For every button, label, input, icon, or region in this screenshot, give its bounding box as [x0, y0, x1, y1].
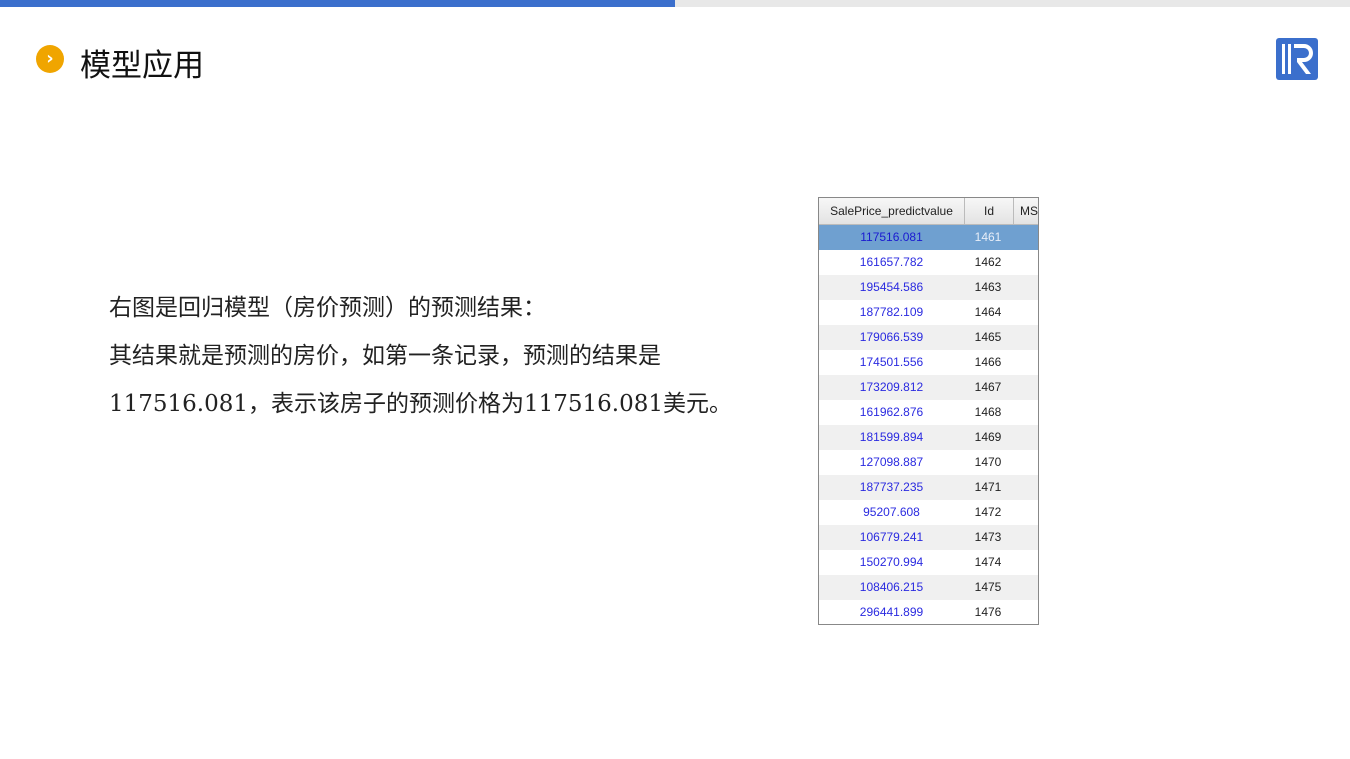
- predicted-price-cell: 179066.539: [859, 330, 924, 344]
- table-row[interactable]: 174501.556 1466: [819, 350, 1038, 375]
- table-row[interactable]: 179066.539 1465: [819, 325, 1038, 350]
- logo-icon: [1276, 38, 1318, 80]
- predicted-price-cell: 117516.081: [860, 230, 923, 244]
- id-cell: 1475: [974, 580, 1002, 594]
- ms-cell: [1012, 250, 1038, 275]
- table-row[interactable]: 161962.876 1468: [819, 400, 1038, 425]
- predicted-price-cell: 195454.586: [859, 280, 924, 294]
- ms-cell: [1012, 550, 1038, 575]
- id-cell: 1473: [974, 530, 1002, 544]
- ms-cell: [1012, 525, 1038, 550]
- page-title: 模型应用: [80, 48, 204, 84]
- ms-cell: [1012, 400, 1038, 425]
- table-row[interactable]: 173209.812 1467: [819, 375, 1038, 400]
- description-line: 117516.081，表示该房子的预测价格为117516.081美元。: [109, 391, 733, 417]
- id-cell: 1472: [974, 505, 1002, 519]
- ms-cell: [1012, 300, 1038, 325]
- id-cell: 1474: [974, 555, 1002, 569]
- column-header-ms[interactable]: MS: [1014, 198, 1038, 224]
- id-cell: 1464: [974, 305, 1002, 319]
- description-line: 其结果就是预测的房价，如第一条记录，预测的结果是: [109, 343, 661, 369]
- predicted-price-cell: 181599.894: [859, 430, 924, 444]
- id-cell: 1469: [974, 430, 1002, 444]
- column-header-saleprice[interactable]: SalePrice_predictvalue: [819, 198, 965, 224]
- table-row[interactable]: 95207.608 1472: [819, 500, 1038, 525]
- ms-cell: [1012, 450, 1038, 475]
- ms-cell: [1012, 350, 1038, 375]
- predicted-price-cell: 174501.556: [859, 355, 924, 369]
- ms-cell: [1012, 275, 1038, 300]
- id-cell: 1463: [974, 280, 1002, 294]
- id-cell: 1468: [974, 405, 1002, 419]
- id-cell: 1465: [974, 330, 1002, 344]
- ms-cell: [1012, 500, 1038, 525]
- prediction-table: SalePrice_predictvalue Id MS 117516.081 1…: [818, 197, 1039, 625]
- predicted-price-cell: 161962.876: [859, 405, 924, 419]
- predicted-price-cell: 173209.812: [859, 380, 924, 394]
- id-cell: 1461: [974, 230, 1002, 244]
- predicted-price-cell: 108406.215: [859, 580, 924, 594]
- ms-cell: [1012, 425, 1038, 450]
- predicted-price-cell: 127098.887: [859, 455, 924, 469]
- table-row[interactable]: 187737.235 1471: [819, 475, 1038, 500]
- predicted-price-cell: 106779.241: [859, 530, 924, 544]
- table-header: SalePrice_predictvalue Id MS: [819, 198, 1038, 225]
- predicted-price-cell: 161657.782: [859, 255, 924, 269]
- id-cell: 1466: [974, 355, 1002, 369]
- id-cell: 1471: [974, 480, 1002, 494]
- predicted-price-cell: 187782.109: [859, 305, 924, 319]
- predicted-price-cell: 95207.608: [863, 505, 920, 519]
- id-cell: 1476: [974, 605, 1002, 619]
- predicted-price-cell: 187737.235: [859, 480, 924, 494]
- ms-cell: [1012, 325, 1038, 350]
- table-row[interactable]: 108406.215 1475: [819, 575, 1038, 600]
- table-row[interactable]: 187782.109 1464: [819, 300, 1038, 325]
- description-line: 右图是回归模型（房价预测）的预测结果：: [109, 295, 546, 321]
- ms-cell: [1012, 475, 1038, 500]
- chevron-right-icon: ›: [36, 45, 64, 73]
- table-row[interactable]: 106779.241 1473: [819, 525, 1038, 550]
- column-header-id[interactable]: Id: [965, 198, 1014, 224]
- ms-cell: [1012, 375, 1038, 400]
- table-row[interactable]: 127098.887 1470: [819, 450, 1038, 475]
- table-row[interactable]: 195454.586 1463: [819, 275, 1038, 300]
- top-accent-bar: [0, 0, 675, 7]
- id-cell: 1467: [974, 380, 1002, 394]
- predicted-price-cell: 150270.994: [859, 555, 924, 569]
- id-cell: 1470: [974, 455, 1002, 469]
- table-row[interactable]: 181599.894 1469: [819, 425, 1038, 450]
- table-row[interactable]: 161657.782 1462: [819, 250, 1038, 275]
- ms-cell: [1012, 600, 1038, 624]
- description: 右图是回归模型（房价预测）的预测结果： 其结果就是预测的房价，如第一条记录，预测…: [109, 284, 732, 428]
- table-row[interactable]: 150270.994 1474: [819, 550, 1038, 575]
- id-cell: 1462: [974, 255, 1002, 269]
- ms-cell: [1012, 225, 1038, 250]
- table-row[interactable]: 117516.081 1461: [819, 225, 1038, 250]
- top-bar-rest: [675, 0, 1350, 7]
- predicted-price-cell: 296441.899: [859, 605, 924, 619]
- table-row[interactable]: 296441.899 1476: [819, 600, 1038, 624]
- ms-cell: [1012, 575, 1038, 600]
